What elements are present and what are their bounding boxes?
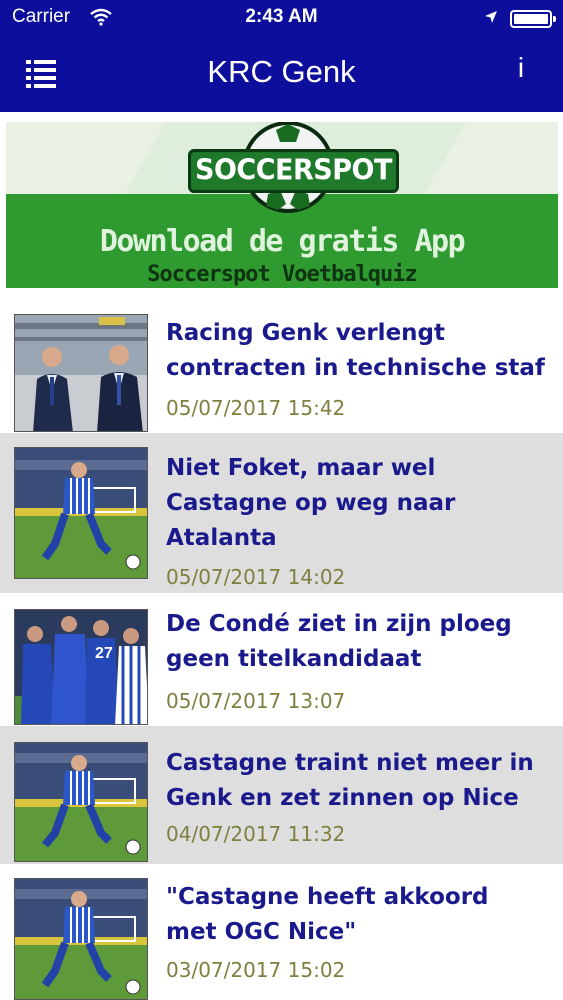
news-item[interactable]: Racing Genk verlengt contracten in techn… (0, 300, 563, 433)
battery-icon (510, 10, 556, 28)
news-headline: Castagne traint niet meer in Genk en zet… (166, 750, 534, 811)
navigation-bar: KRC Genk i (0, 38, 563, 112)
banner-subline: Soccerspot Voetbalquiz (147, 262, 417, 287)
news-date: 03/07/2017 15:02 (166, 958, 346, 982)
team-celebration-photo: 27 (15, 610, 147, 724)
top-bar: Carrier 2:43 AM KRC Genk i (0, 0, 563, 112)
news-thumbnail (14, 878, 148, 1000)
news-item[interactable]: "Castagne heeft akkoord met OGC Nice" 03… (0, 864, 563, 1000)
news-item[interactable]: 27 De Condé ziet in zijn ploeg geen tite… (0, 593, 563, 726)
news-headline: "Castagne heeft akkoord met OGC Nice" (166, 884, 489, 945)
status-bar: Carrier 2:43 AM (0, 0, 563, 38)
news-headline: Racing Genk verlengt contracten in techn… (166, 320, 545, 381)
news-date: 05/07/2017 14:02 (166, 565, 346, 589)
news-thumbnail (14, 447, 148, 579)
banner-headline: Download de gratis App (99, 224, 466, 259)
news-thumbnail (14, 742, 148, 862)
news-date: 05/07/2017 13:07 (166, 689, 346, 713)
location-arrow-icon (485, 11, 497, 23)
news-date: 04/07/2017 11:32 (166, 822, 346, 846)
soccerspot-logo: SOCCERSPOT (188, 148, 399, 194)
page-title: KRC Genk (207, 54, 356, 89)
news-headline: De Condé ziet in zijn ploeg geen titelka… (166, 611, 512, 672)
news-item[interactable]: Niet Foket, maar wel Castagne op weg naa… (0, 433, 563, 593)
player-with-ball-photo (15, 743, 147, 861)
player-with-ball-photo (15, 879, 147, 999)
news-headline: Niet Foket, maar wel Castagne op weg naa… (166, 455, 456, 551)
news-item[interactable]: Castagne traint niet meer in Genk en zet… (0, 726, 563, 864)
news-thumbnail: 27 (14, 609, 148, 725)
info-button[interactable]: i (506, 52, 536, 92)
player-with-ball-photo (15, 448, 147, 578)
clock-time: 2:43 AM (245, 6, 318, 27)
news-thumbnail (14, 314, 148, 432)
app-ad-banner[interactable]: SOCCERSPOT Download de gratis App Soccer… (6, 122, 558, 288)
two-men-in-suits-photo (15, 315, 147, 431)
svg-text:27: 27 (95, 645, 113, 662)
news-date: 05/07/2017 15:42 (166, 396, 346, 420)
